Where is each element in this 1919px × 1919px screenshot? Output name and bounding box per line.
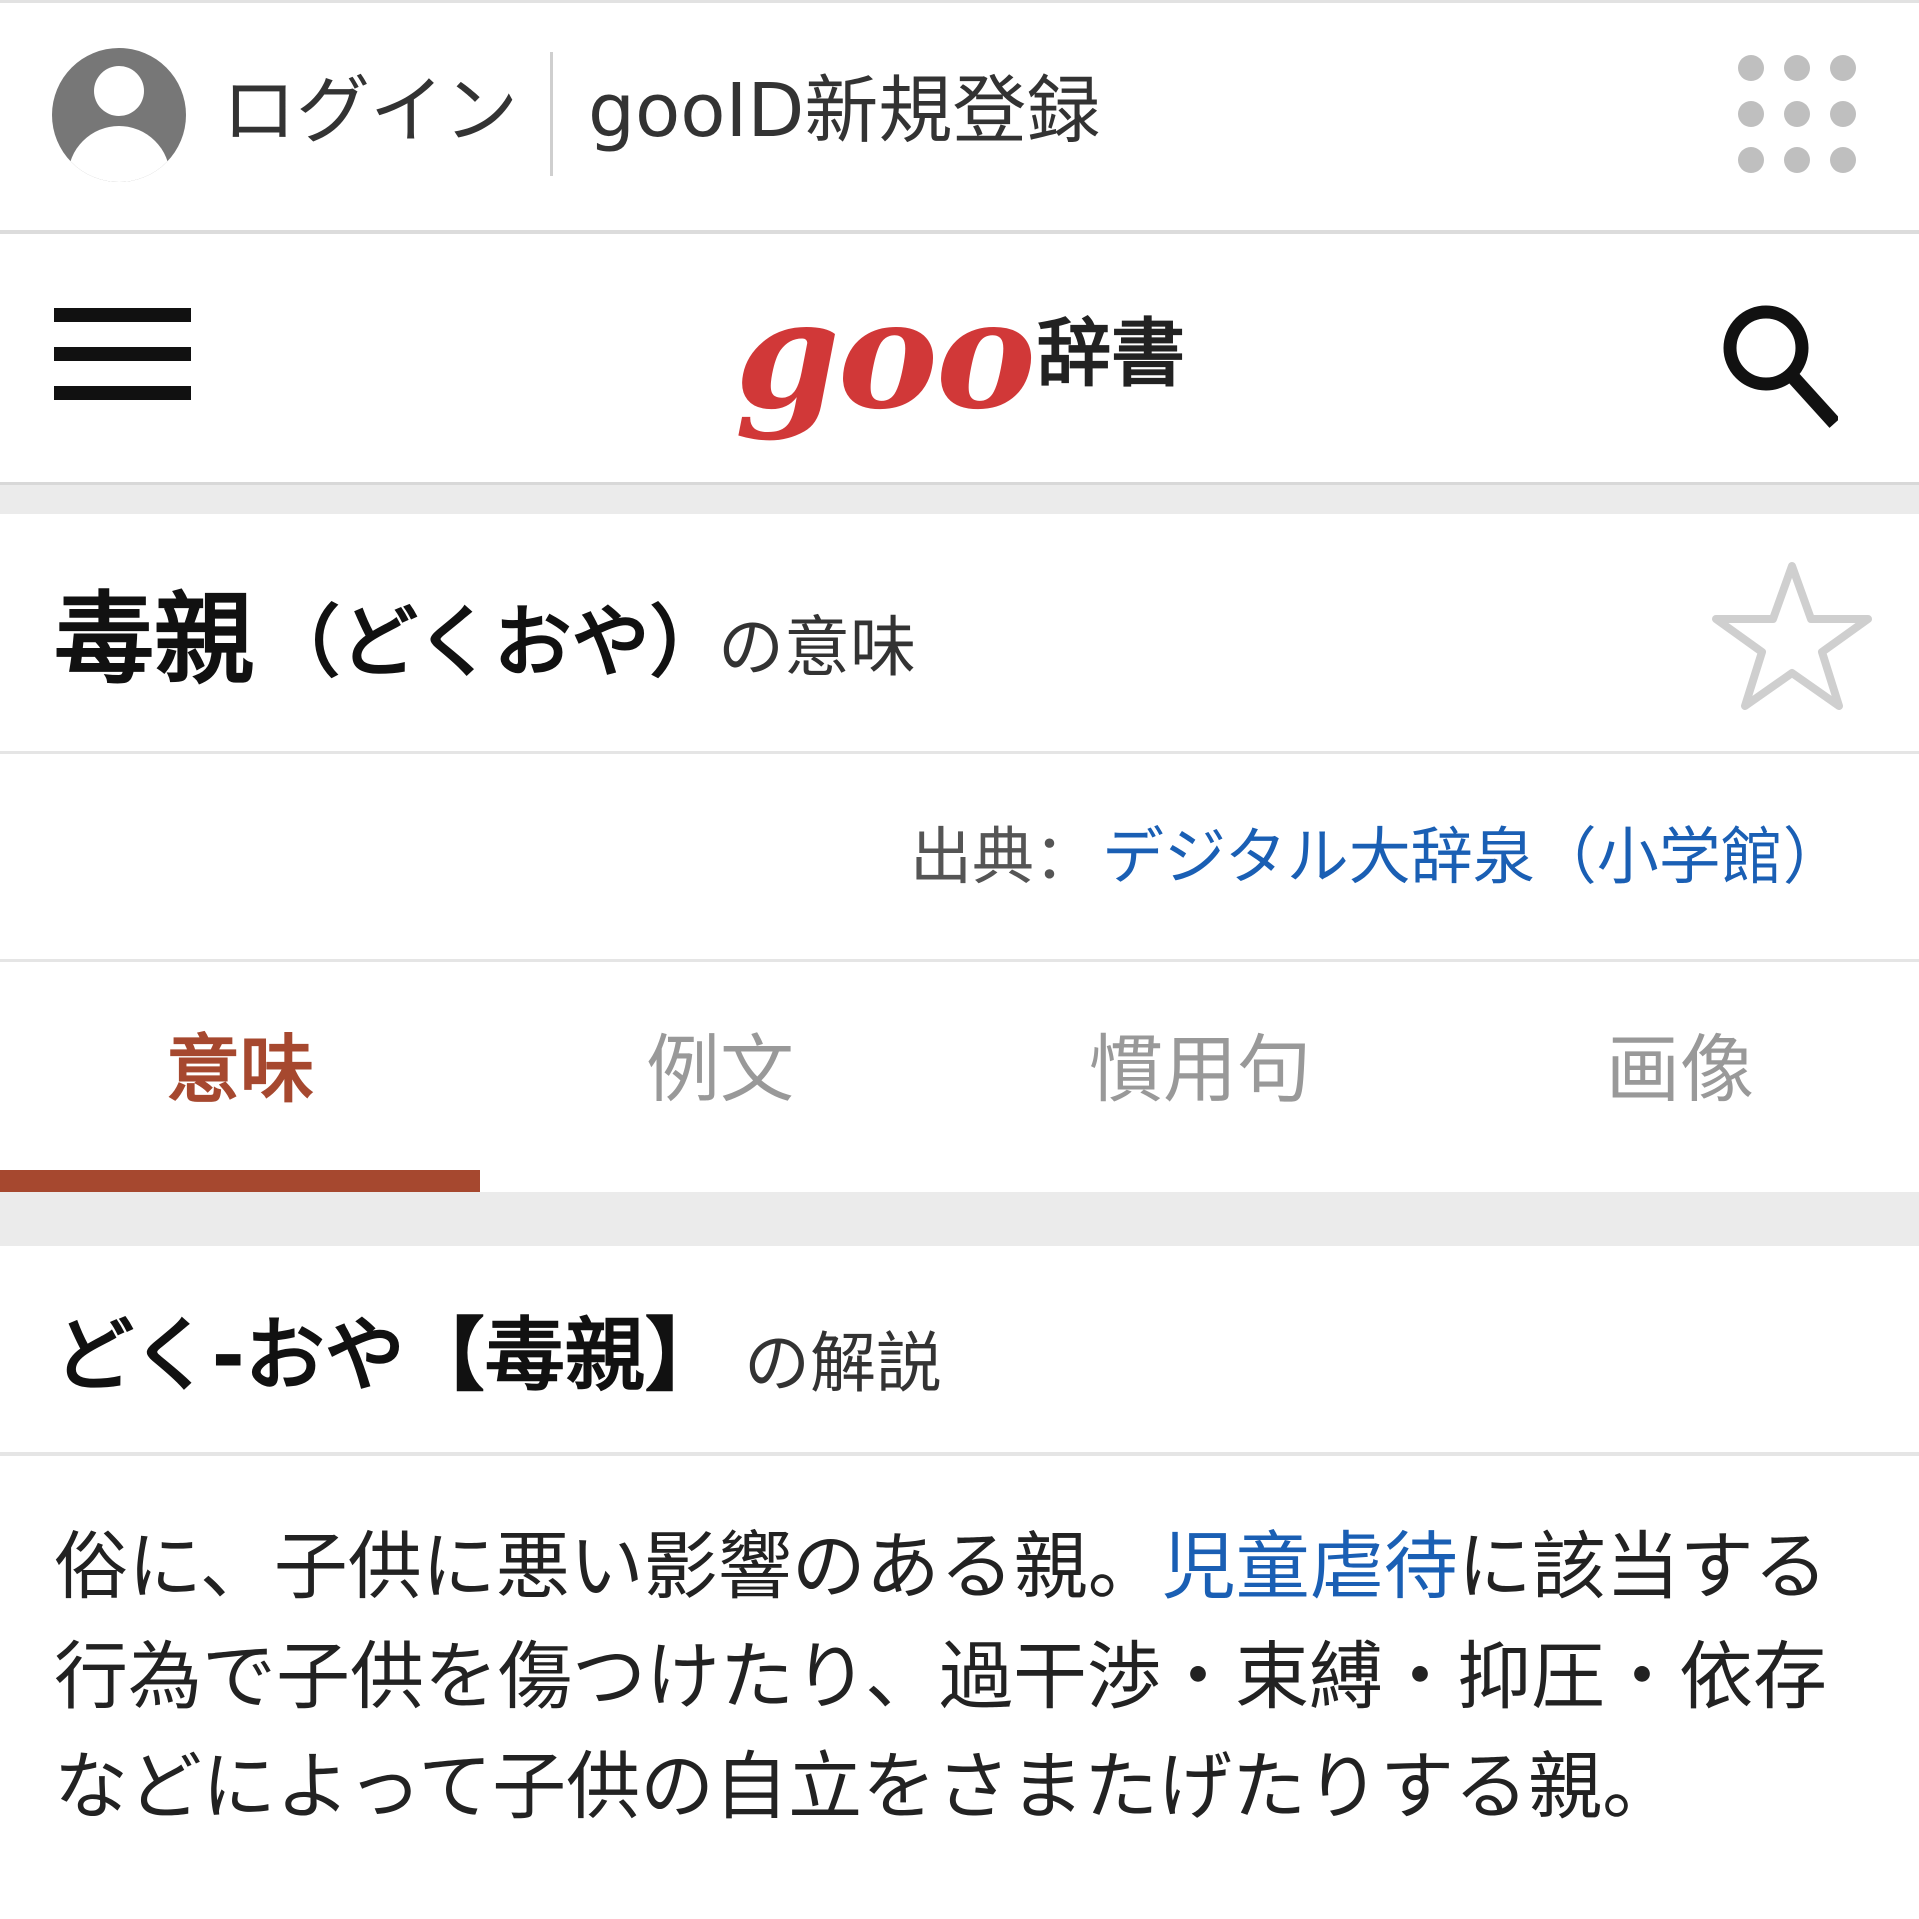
definition-line-1: 俗に、子供に悪い影響のある親。児童虐待に該当する	[54, 1512, 1864, 1622]
divider	[0, 1452, 1919, 1456]
tab-meaning[interactable]: 意味	[0, 1020, 480, 1120]
entry-reading: （どくおや）	[262, 598, 728, 688]
section-gap	[0, 1192, 1919, 1246]
search-icon[interactable]	[1718, 300, 1840, 430]
section-gap	[0, 482, 1919, 514]
active-tab-indicator	[0, 1170, 480, 1192]
tab-idioms[interactable]: 慣用句	[960, 1020, 1440, 1120]
definition-text-part: に該当する	[1457, 1524, 1828, 1610]
explanation-heading: どく-おや【毒親】	[54, 1309, 725, 1402]
definition-text-part: 俗に、子供に悪い影響のある親。	[54, 1524, 1162, 1610]
apps-grid-icon[interactable]	[1738, 55, 1858, 175]
logo-text: goo	[735, 267, 1036, 443]
goo-dictionary-logo[interactable]: goo 辞書	[735, 267, 1185, 443]
entry-word: 毒親	[54, 581, 254, 698]
account-divider	[550, 52, 553, 176]
definition-line-3: などによって子供の自立をさまたげたりする親。	[54, 1744, 1677, 1830]
source-prefix: 出典：	[910, 820, 1097, 893]
explanation-suffix: の解説	[744, 1325, 942, 1402]
tab-examples[interactable]: 例文	[480, 1020, 960, 1120]
entry-meaning-suffix: の意味	[718, 609, 916, 686]
logo-subtitle: 辞書	[1037, 311, 1185, 397]
user-avatar-icon[interactable]	[52, 48, 186, 182]
star-icon[interactable]	[1708, 556, 1876, 716]
tab-images[interactable]: 画像	[1440, 1020, 1919, 1120]
register-link[interactable]: gooID新規登録	[588, 66, 1100, 156]
hamburger-menu-icon[interactable]	[54, 308, 191, 400]
login-link[interactable]: ログイン	[222, 66, 518, 156]
source-link[interactable]: デジタル大辞泉（小学館）	[1102, 812, 1845, 902]
related-term-link[interactable]: 児童虐待	[1162, 1524, 1458, 1610]
definition-line-2: 行為で子供を傷つけたり、過干渉・束縛・抑圧・依存	[54, 1634, 1828, 1720]
definition-text: 俗に、子供に悪い影響のある親。児童虐待に該当する 行為で子供を傷つけたり、過干渉…	[54, 1512, 1864, 1842]
